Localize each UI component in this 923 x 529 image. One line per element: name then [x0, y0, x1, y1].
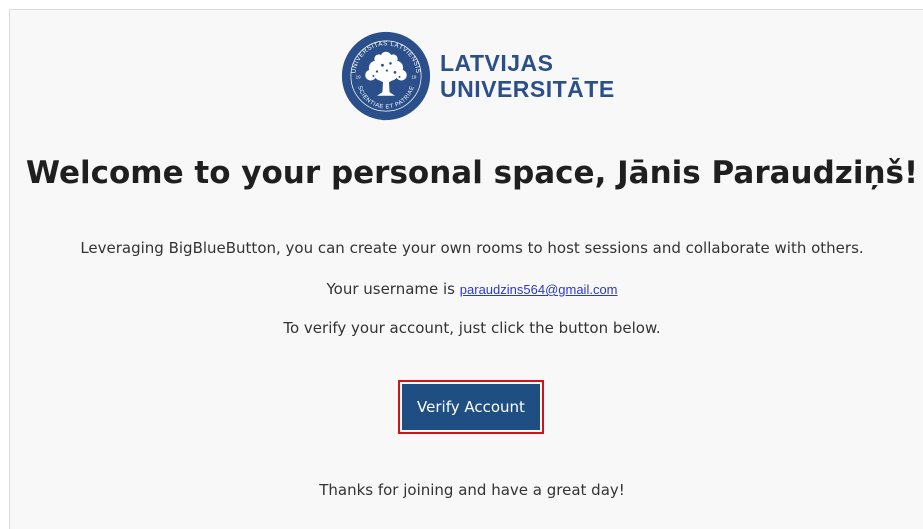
- username-email-link[interactable]: paraudzins564@gmail.com: [460, 282, 618, 297]
- university-name-line2: UNIVERSITĀTE: [440, 76, 615, 102]
- username-line: Your username is paraudzins564@gmail.com: [0, 279, 923, 300]
- svg-text:19: 19: [411, 75, 417, 80]
- university-seal-icon: UNIVERSITAS LATVIENSIS SCIENTIAE ET PATR…: [341, 31, 431, 121]
- verify-button-highlight: Verify Account: [398, 380, 544, 434]
- intro-text: Leveraging BigBlueButton, you can create…: [80, 239, 864, 257]
- university-name-line1: LATVIJAS: [440, 50, 554, 76]
- welcome-heading: Welcome to your personal space, Jānis Pa…: [25, 155, 919, 191]
- svg-text:19: 19: [356, 75, 362, 80]
- verify-account-button[interactable]: Verify Account: [402, 384, 540, 430]
- verify-instruction-text: To verify your account, just click the b…: [283, 319, 661, 337]
- closing-text: Thanks for joining and have a great day!: [319, 481, 625, 499]
- university-logo: UNIVERSITAS LATVIENSIS SCIENTIAE ET PATR…: [341, 31, 615, 121]
- username-label: Your username is: [326, 280, 460, 298]
- university-name: LATVIJAS UNIVERSITĀTE: [440, 50, 615, 102]
